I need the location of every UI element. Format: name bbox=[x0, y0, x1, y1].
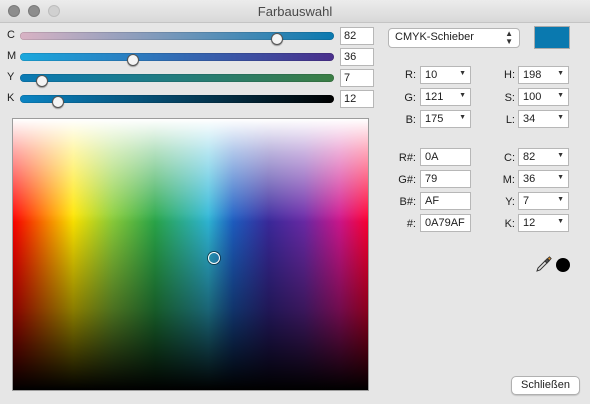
value-field-c[interactable]: 82 bbox=[340, 27, 374, 45]
value-b: 175 bbox=[425, 113, 444, 125]
label-h: H: bbox=[504, 69, 515, 81]
value-r: 10 bbox=[425, 69, 438, 81]
mode-select[interactable]: CMYK-Schieber ▲ ▼ bbox=[388, 28, 520, 48]
chevron-down-icon: ▼ bbox=[557, 196, 564, 203]
chevron-down-icon: ▼ bbox=[557, 152, 564, 159]
slider-label-m: M bbox=[7, 50, 17, 62]
value-field-k[interactable]: 12 bbox=[340, 90, 374, 108]
value-hex-full: 0A79AF bbox=[425, 217, 465, 229]
slider-track-c[interactable] bbox=[20, 32, 334, 45]
slider-label-y: Y bbox=[7, 71, 15, 83]
dropdown-cmyk-y[interactable]: 7 ▼ bbox=[518, 192, 569, 210]
slider-label-c: C bbox=[7, 29, 15, 41]
label-cmyk-k: K: bbox=[504, 218, 515, 230]
label-l: L: bbox=[505, 114, 515, 126]
value-cmyk-m: 36 bbox=[523, 173, 536, 185]
hex-field-full[interactable]: 0A79AF bbox=[420, 214, 471, 232]
dropdown-l[interactable]: 34 ▼ bbox=[518, 110, 569, 128]
slider-track-m[interactable] bbox=[20, 53, 334, 66]
chevron-down-icon: ▼ bbox=[557, 92, 564, 99]
value-field-y[interactable]: 7 bbox=[340, 69, 374, 87]
chevron-down-icon: ▼ bbox=[557, 114, 564, 121]
value-cmyk-k: 12 bbox=[523, 217, 536, 229]
chevron-down-icon: ▼ bbox=[557, 174, 564, 181]
label-s: S: bbox=[504, 92, 515, 104]
value-h: 198 bbox=[523, 69, 542, 81]
dropdown-cmyk-m[interactable]: 36 ▼ bbox=[518, 170, 569, 188]
label-g: G: bbox=[404, 92, 416, 104]
slider-thumb-m[interactable] bbox=[127, 54, 140, 66]
slider-track-y[interactable] bbox=[20, 74, 334, 87]
value-l: 34 bbox=[523, 113, 536, 125]
color-swatch bbox=[534, 26, 570, 49]
color-picker-window: Farbauswahl C 82 M 36 Y 7 K 12 CMYK-Schi… bbox=[0, 0, 590, 404]
label-hex-r: R#: bbox=[398, 152, 416, 164]
chevron-updown-icon: ▲ ▼ bbox=[505, 29, 513, 46]
chevron-down-icon: ▼ bbox=[557, 218, 564, 225]
black-dot-button[interactable] bbox=[556, 258, 570, 272]
slider-thumb-k[interactable] bbox=[51, 96, 64, 108]
chevron-down-icon: ▼ bbox=[459, 70, 466, 77]
mode-select-value: CMYK-Schieber bbox=[395, 31, 474, 43]
hex-field-r[interactable]: 0A bbox=[420, 148, 471, 166]
dropdown-cmyk-c[interactable]: 82 ▼ bbox=[518, 148, 569, 166]
value-field-m[interactable]: 36 bbox=[340, 48, 374, 66]
slider-thumb-c[interactable] bbox=[271, 33, 284, 45]
window-title: Farbauswahl bbox=[257, 4, 333, 19]
label-hex-b: B#: bbox=[399, 196, 416, 208]
value-s: 100 bbox=[523, 91, 542, 103]
dropdown-s[interactable]: 100 ▼ bbox=[518, 88, 569, 106]
dropdown-g[interactable]: 121 ▼ bbox=[420, 88, 471, 106]
slider-thumb-y[interactable] bbox=[35, 75, 48, 87]
label-cmyk-c: C: bbox=[504, 152, 515, 164]
hex-field-g[interactable]: 79 bbox=[420, 170, 471, 188]
label-r: R: bbox=[405, 69, 416, 81]
label-cmyk-m: M: bbox=[502, 174, 515, 186]
label-hex-full: #: bbox=[406, 218, 416, 230]
dropdown-cmyk-k[interactable]: 12 ▼ bbox=[518, 214, 569, 232]
chevron-down-icon: ▼ bbox=[557, 70, 564, 77]
label-b: B: bbox=[405, 114, 416, 126]
chevron-down-icon: ▼ bbox=[459, 92, 466, 99]
label-hex-g: G#: bbox=[398, 174, 416, 186]
value-hex-g: 79 bbox=[425, 173, 438, 185]
close-button[interactable]: Schließen bbox=[511, 376, 580, 395]
dropdown-b[interactable]: 175 ▼ bbox=[420, 110, 471, 128]
value-cmyk-y: 7 bbox=[523, 195, 530, 207]
title-bar: Farbauswahl bbox=[0, 0, 590, 23]
dropdown-r[interactable]: 10 ▼ bbox=[420, 66, 471, 84]
value-g: 121 bbox=[425, 91, 444, 103]
chevron-down-icon: ▼ bbox=[459, 114, 466, 121]
hex-field-b[interactable]: AF bbox=[420, 192, 471, 210]
value-hex-r: 0A bbox=[425, 151, 439, 163]
value-hex-b: AF bbox=[425, 195, 440, 207]
color-gradient-area[interactable] bbox=[12, 118, 369, 391]
color-picker-cursor[interactable] bbox=[208, 252, 220, 264]
slider-label-k: K bbox=[7, 92, 15, 104]
slider-track-k[interactable] bbox=[20, 95, 334, 108]
eyedropper-icon[interactable] bbox=[536, 256, 552, 272]
label-cmyk-y: Y: bbox=[505, 196, 515, 208]
dropdown-h[interactable]: 198 ▼ bbox=[518, 66, 569, 84]
value-cmyk-c: 82 bbox=[523, 151, 536, 163]
